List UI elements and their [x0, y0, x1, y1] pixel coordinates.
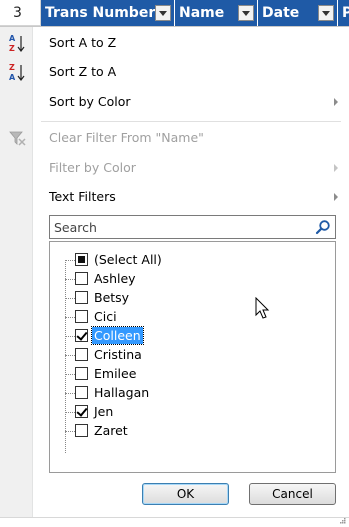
list-item-label: Betsy	[94, 290, 130, 305]
checkbox[interactable]	[75, 424, 88, 437]
list-item[interactable]: Cristina	[50, 346, 335, 363]
column-header-label: Name	[179, 5, 225, 21]
menu-item-label: Filter by Color	[49, 160, 136, 175]
menu-item-sort-by-color[interactable]: Sort by Color	[0, 88, 349, 116]
checkbox[interactable]	[75, 329, 88, 342]
menu-item-clear-filter: Clear Filter From "Name"	[0, 124, 349, 152]
menu-item-label: Clear Filter From "Name"	[49, 130, 204, 145]
svg-text:Z: Z	[9, 44, 15, 53]
cancel-button[interactable]: Cancel	[249, 483, 336, 505]
menu-item-label: Sort Z to A	[49, 64, 117, 79]
svg-text:A: A	[9, 34, 16, 43]
menu-item-filter-by-color: Filter by Color	[0, 154, 349, 182]
list-item[interactable]: Ashley	[50, 270, 335, 287]
mouse-cursor-icon	[255, 297, 270, 319]
filter-dropdown-button[interactable]	[238, 5, 254, 21]
checkbox[interactable]	[75, 386, 88, 399]
ok-button[interactable]: OK	[142, 483, 229, 505]
column-header-label: P	[342, 5, 349, 21]
menu-item-label: Text Filters	[49, 189, 116, 204]
column-header-label: Trans Number	[45, 5, 156, 21]
sort-descending-icon: Z A	[9, 63, 25, 82]
filter-value-list: (Select All) Ashley Betsy Cici Colleen C…	[49, 241, 336, 473]
checkbox[interactable]	[75, 405, 88, 418]
column-header-date: Date	[258, 0, 338, 26]
row-number: 3	[0, 0, 41, 26]
list-item-label: (Select All)	[94, 252, 162, 267]
list-item[interactable]: Cici	[50, 308, 335, 325]
svg-text:A: A	[9, 73, 16, 82]
menu-item-text-filters[interactable]: Text Filters	[0, 183, 349, 211]
checkbox[interactable]	[75, 291, 88, 304]
list-item-label: Cici	[94, 309, 117, 324]
submenu-arrow-icon	[334, 193, 338, 201]
list-item[interactable]: Jen	[50, 403, 335, 420]
menu-item-sort-a-to-z[interactable]: A Z Sort A to Z	[0, 29, 349, 57]
sort-ascending-icon: A Z	[9, 34, 25, 53]
list-item-label: Zaret	[94, 423, 128, 438]
column-header-name: Name	[175, 0, 258, 26]
list-item-select-all[interactable]: (Select All)	[50, 251, 335, 268]
submenu-arrow-icon	[334, 164, 338, 172]
column-header-label: Date	[262, 5, 300, 21]
checkbox[interactable]	[75, 253, 88, 266]
list-item-label: Cristina	[94, 347, 142, 362]
checkbox[interactable]	[75, 367, 88, 380]
clear-filter-icon	[9, 131, 26, 146]
list-item-label: Ashley	[94, 271, 136, 286]
panel-bottom-border	[0, 517, 349, 518]
checkbox[interactable]	[75, 272, 88, 285]
list-item-label: Emilee	[94, 366, 137, 381]
checkbox[interactable]	[75, 310, 88, 323]
list-item[interactable]: Colleen	[50, 326, 335, 345]
search-input[interactable]	[50, 216, 300, 238]
header-row: 3 Trans Number Name Date P	[0, 0, 349, 26]
menu-item-sort-z-to-a[interactable]: Z A Sort Z to A	[0, 58, 349, 86]
filter-dropdown-button[interactable]	[318, 5, 334, 21]
list-item-label: Jen	[94, 404, 114, 419]
submenu-arrow-icon	[334, 98, 338, 106]
list-item-label: Hallagan	[94, 385, 150, 400]
search-box	[49, 215, 336, 239]
menu-item-label: Sort A to Z	[49, 35, 117, 50]
resize-grip-icon[interactable]	[338, 516, 346, 524]
column-header-p: P	[338, 0, 349, 26]
autofilter-menu: A Z Sort A to Z Z A Sort Z to A Sort by …	[0, 26, 349, 527]
list-item-label: Colleen	[91, 326, 144, 345]
list-item[interactable]: Hallagan	[50, 384, 335, 401]
list-item[interactable]: Zaret	[50, 422, 335, 439]
svg-text:Z: Z	[9, 63, 15, 72]
checkbox[interactable]	[75, 348, 88, 361]
filter-dropdown-button[interactable]	[155, 5, 171, 21]
menu-separator	[41, 121, 341, 122]
menu-item-label: Sort by Color	[49, 94, 131, 109]
column-header-trans-number: Trans Number	[41, 0, 175, 26]
list-item[interactable]: Emilee	[50, 365, 335, 382]
list-item[interactable]: Betsy	[50, 289, 335, 306]
magnifier-icon[interactable]	[315, 219, 331, 235]
